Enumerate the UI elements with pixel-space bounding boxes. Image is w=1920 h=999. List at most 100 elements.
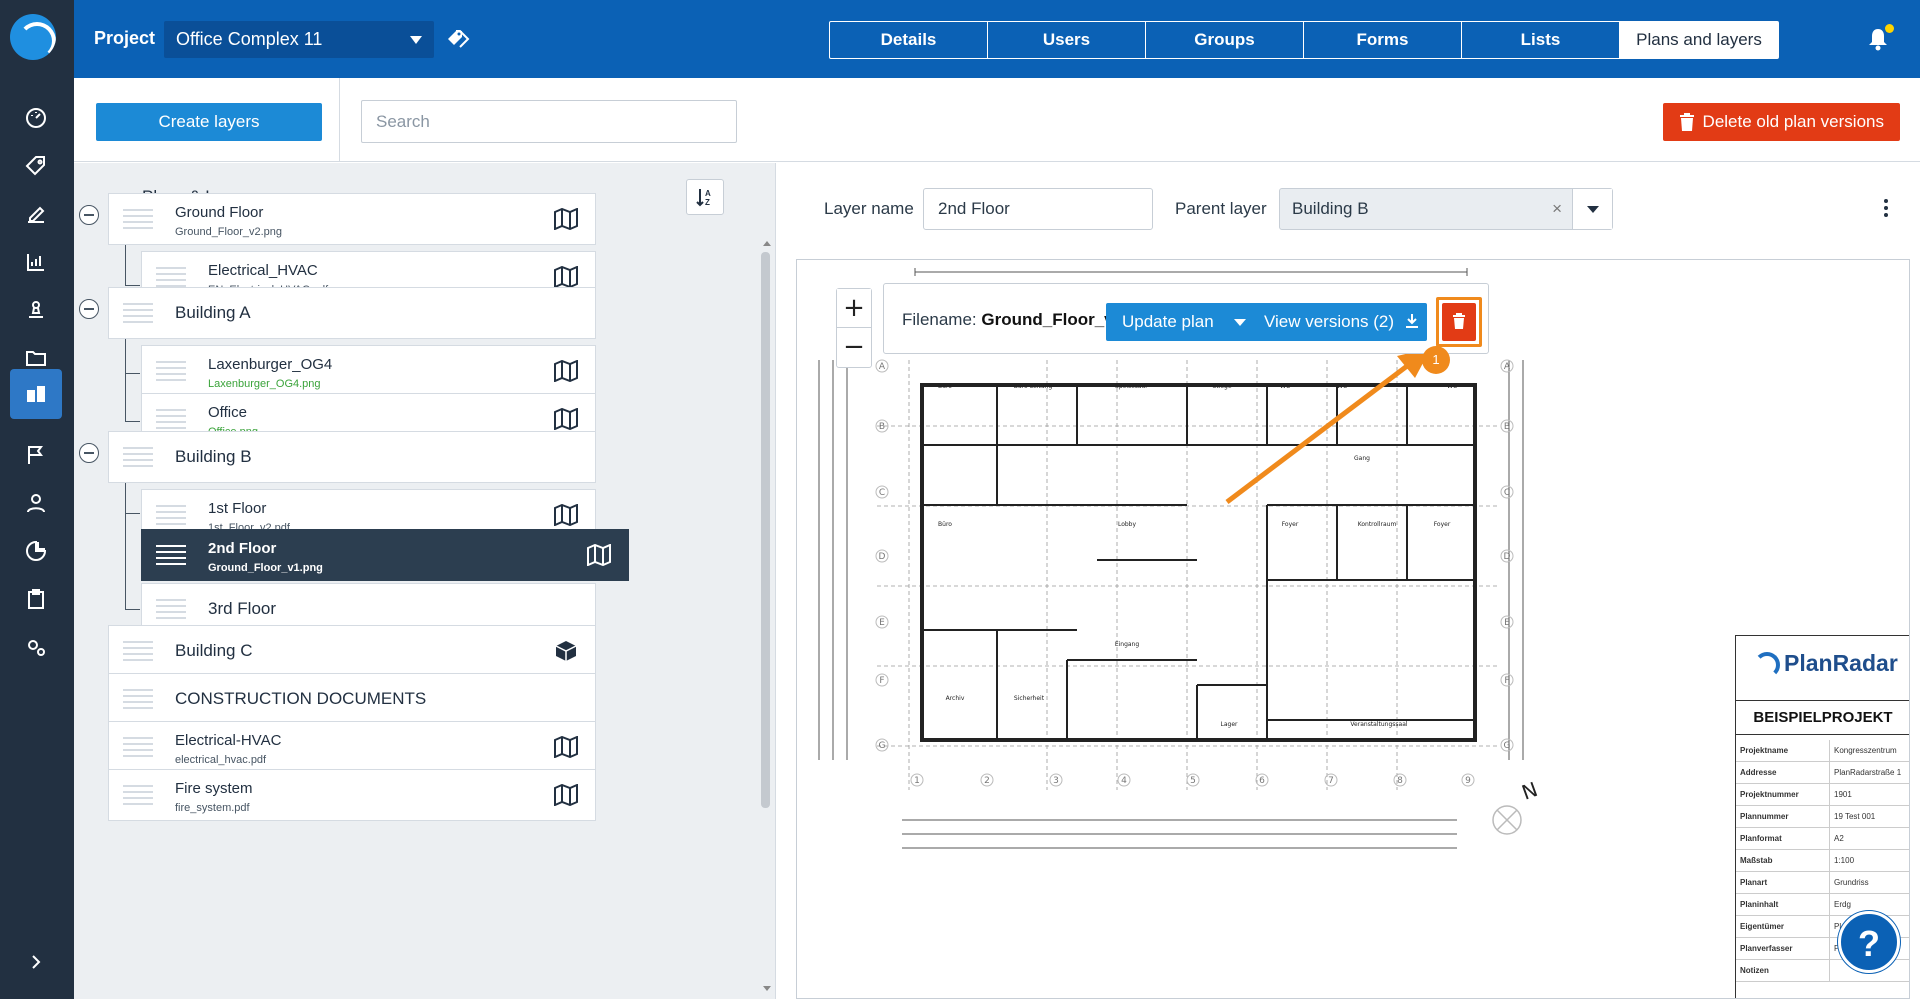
- flag-icon[interactable]: [10, 430, 62, 480]
- svg-text:A: A: [1504, 362, 1511, 372]
- sort-button[interactable]: AZ: [686, 179, 724, 215]
- layer-name-input[interactable]: [923, 188, 1153, 230]
- tree-node-fire-system[interactable]: Fire system fire_system.pdf: [108, 769, 596, 821]
- title-block-value: Grundriss: [1834, 878, 1869, 887]
- tab-lists[interactable]: Lists: [1462, 22, 1620, 58]
- download-button[interactable]: [1397, 303, 1427, 341]
- node-name: Electrical-HVAC: [175, 732, 282, 749]
- title-block-row: Maßstab 1:100: [1736, 850, 1909, 872]
- clear-icon[interactable]: ×: [1552, 199, 1562, 219]
- tree-node-building-b[interactable]: Building B: [108, 431, 596, 483]
- planradar-logo-icon: [1754, 652, 1780, 678]
- tab-users[interactable]: Users: [988, 22, 1146, 58]
- tree-node-construction-documents[interactable]: CONSTRUCTION DOCUMENTS: [108, 673, 596, 725]
- trash-icon: [1679, 113, 1694, 131]
- stamp-icon[interactable]: [10, 285, 62, 335]
- title-block-value: 19 Test 001: [1834, 812, 1876, 821]
- svg-text:G: G: [1504, 741, 1511, 751]
- drag-handle-icon[interactable]: [123, 689, 153, 709]
- settings-icon[interactable]: [10, 622, 62, 672]
- svg-text:WC: WC: [1337, 383, 1347, 390]
- plans-layers-panel: Plans & Layers AZ Ground Floor Ground_Fl…: [74, 163, 776, 999]
- tab-groups[interactable]: Groups: [1146, 22, 1304, 58]
- svg-text:B: B: [1504, 422, 1510, 432]
- tab-forms[interactable]: Forms: [1304, 22, 1462, 58]
- planradar-logo-icon[interactable]: [10, 14, 56, 60]
- drag-handle-icon[interactable]: [156, 361, 186, 381]
- drag-handle-icon[interactable]: [123, 303, 153, 323]
- parent-layer-value: Building B: [1292, 199, 1369, 218]
- help-button[interactable]: ?: [1838, 911, 1900, 973]
- tags-icon[interactable]: [446, 28, 470, 50]
- node-file: Ground_Floor_v2.png: [175, 226, 283, 238]
- scrollbar-thumb[interactable]: [761, 252, 770, 808]
- collapse-toggle[interactable]: [79, 205, 99, 225]
- collapse-toggle[interactable]: [79, 299, 99, 319]
- plan-viewer[interactable]: A B C D E F G A B C D E F G 1 2 3 4 5 6: [796, 259, 1910, 999]
- map-icon[interactable]: [553, 266, 579, 288]
- drag-handle-icon[interactable]: [156, 267, 186, 287]
- map-icon[interactable]: [553, 408, 579, 430]
- svg-text:Sicherheit: Sicherheit: [1014, 695, 1045, 702]
- dashboard-icon[interactable]: [10, 93, 62, 143]
- buildings-icon[interactable]: [10, 369, 62, 419]
- title-block-row: Planinhalt Erdg: [1736, 894, 1909, 916]
- tree-node-electrical-hvac-2[interactable]: Electrical-HVAC electrical_hvac.pdf: [108, 721, 596, 773]
- tab-details[interactable]: Details: [830, 22, 988, 58]
- collapse-toggle[interactable]: [79, 443, 99, 463]
- drag-handle-icon[interactable]: [123, 447, 153, 467]
- search-input[interactable]: [361, 100, 737, 143]
- parent-layer-select[interactable]: Building B ×: [1279, 188, 1613, 230]
- zoom-out-button[interactable]: −: [837, 328, 871, 366]
- drag-handle-icon[interactable]: [156, 505, 186, 525]
- tree-node-2nd-floor[interactable]: 2nd Floor Ground_Floor_v1.png: [141, 529, 629, 581]
- tree-connector: [125, 373, 140, 374]
- map-icon[interactable]: [553, 784, 579, 806]
- drag-handle-icon[interactable]: [123, 737, 153, 757]
- map-icon[interactable]: [553, 736, 579, 758]
- title-block-key: Projektname: [1736, 740, 1830, 761]
- view-versions-button[interactable]: View versions (2): [1249, 303, 1409, 341]
- tags-icon[interactable]: [10, 141, 62, 191]
- drag-handle-icon[interactable]: [156, 409, 186, 429]
- tree-scrollbar[interactable]: [758, 238, 772, 998]
- update-plan-button[interactable]: Update plan: [1106, 303, 1262, 341]
- drag-handle-icon[interactable]: [123, 209, 153, 229]
- tree-node-building-c[interactable]: Building C: [108, 625, 596, 677]
- pie-chart-icon[interactable]: [10, 526, 62, 576]
- cube-icon[interactable]: [553, 640, 579, 662]
- drag-handle-icon[interactable]: [156, 545, 186, 565]
- title-block-key: Planinhalt: [1736, 894, 1830, 915]
- more-options-icon[interactable]: [1884, 199, 1888, 217]
- tree-node-laxenburger[interactable]: Laxenburger_OG4 Laxenburger_OG4.png: [141, 345, 596, 397]
- tree-node-ground-floor[interactable]: Ground Floor Ground_Floor_v2.png: [108, 193, 596, 245]
- node-name: 1st Floor: [208, 500, 267, 517]
- create-layers-button[interactable]: Create layers: [96, 103, 322, 141]
- chevron-down-icon[interactable]: [1572, 189, 1612, 229]
- drag-handle-icon[interactable]: [123, 641, 153, 661]
- chart-icon[interactable]: [10, 237, 62, 287]
- svg-text:Archiv: Archiv: [946, 695, 965, 702]
- tree-connector: [125, 609, 140, 610]
- title-block-row: Planformat A2: [1736, 828, 1909, 850]
- drag-handle-icon[interactable]: [156, 599, 186, 619]
- project-select[interactable]: Office Complex 11: [164, 21, 434, 58]
- chevron-right-icon[interactable]: [10, 937, 62, 987]
- delete-plan-button[interactable]: [1442, 303, 1476, 341]
- node-file: Ground_Floor_v1.png: [208, 562, 323, 574]
- zoom-in-button[interactable]: +: [837, 289, 871, 327]
- map-icon[interactable]: [553, 208, 579, 230]
- edit-icon[interactable]: [10, 189, 62, 239]
- scroll-down-icon[interactable]: [763, 986, 771, 991]
- map-icon[interactable]: [586, 544, 612, 566]
- scroll-up-icon[interactable]: [763, 241, 771, 246]
- map-icon[interactable]: [553, 360, 579, 382]
- svg-text:Veranstaltungssaal: Veranstaltungssaal: [1350, 721, 1407, 728]
- tab-plans-and-layers[interactable]: Plans and layers: [1620, 22, 1778, 58]
- delete-old-plan-versions-button[interactable]: Delete old plan versions: [1662, 103, 1900, 141]
- clipboard-icon[interactable]: [10, 574, 62, 624]
- map-icon[interactable]: [553, 504, 579, 526]
- drag-handle-icon[interactable]: [123, 785, 153, 805]
- user-icon[interactable]: [10, 478, 62, 528]
- tree-node-building-a[interactable]: Building A: [108, 287, 596, 339]
